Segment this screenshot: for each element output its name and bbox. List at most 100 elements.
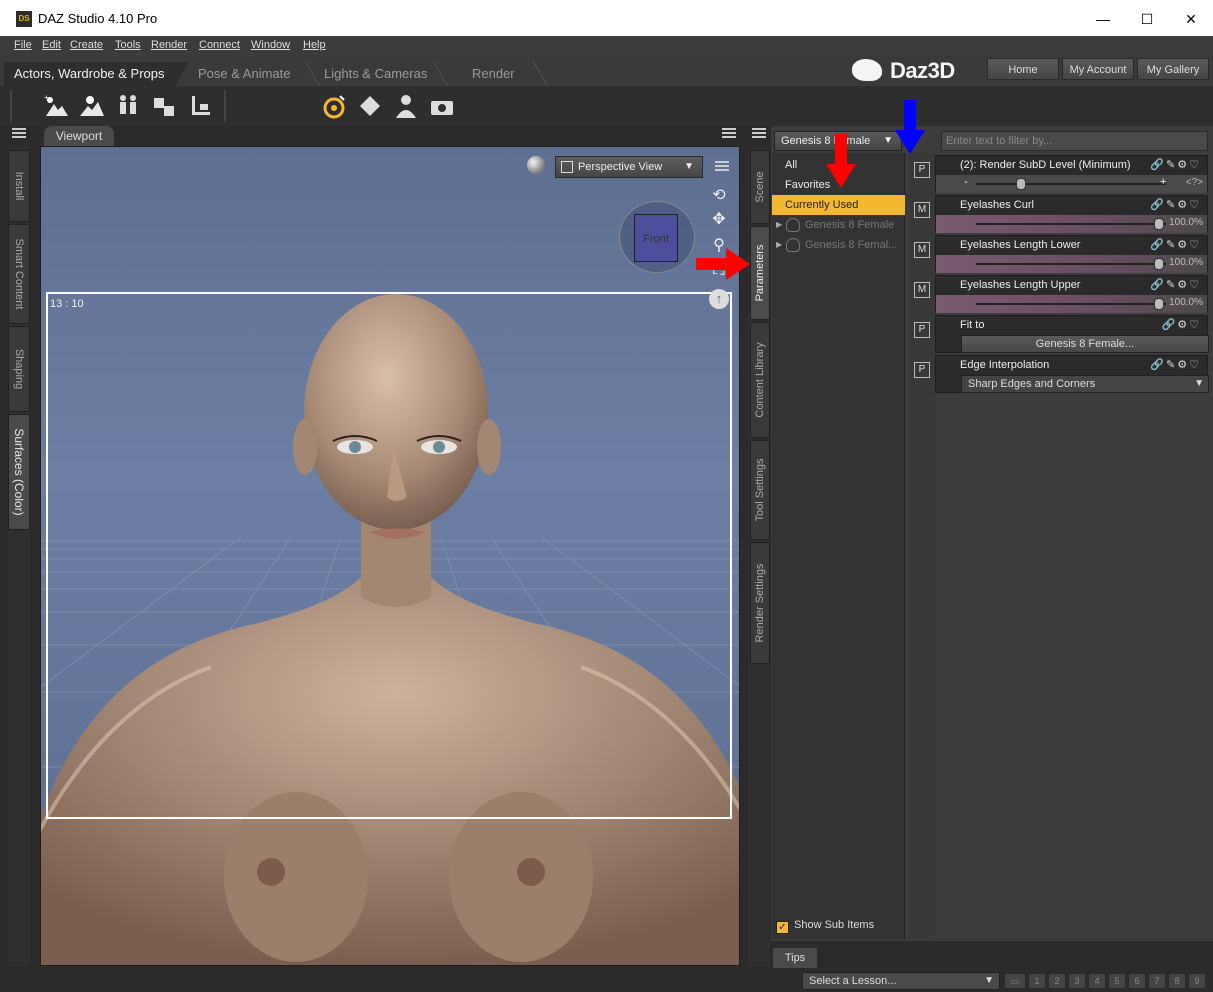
view-cube-front-face[interactable]: Front xyxy=(634,214,678,262)
tab-shaping[interactable]: Shaping xyxy=(8,326,30,412)
property-edge-interpolation[interactable]: Edge Interpolation 🔗✎⚙♡ Sharp Edges and … xyxy=(935,355,1209,393)
my-gallery-button[interactable]: My Gallery xyxy=(1137,58,1209,80)
menu-help[interactable]: Help xyxy=(303,39,326,51)
slider-knob[interactable] xyxy=(1016,178,1026,190)
draw-style-sphere-icon[interactable] xyxy=(527,156,545,174)
property-eyelashes-curl[interactable]: Eyelashes Curl 🔗✎⚙♡ 100.0% xyxy=(935,195,1208,233)
menu-connect[interactable]: Connect xyxy=(199,39,240,51)
lesson-step-button[interactable]: 5 xyxy=(1108,973,1126,989)
property-value[interactable]: <?> xyxy=(1186,177,1203,188)
active-pose-tool-icon[interactable] xyxy=(392,92,420,120)
tab-parameters[interactable]: Parameters xyxy=(750,226,770,320)
node-weight-tool-icon[interactable] xyxy=(356,92,384,120)
lesson-step-button[interactable]: 8 xyxy=(1168,973,1186,989)
slider-knob[interactable] xyxy=(1154,218,1164,230)
property-slider[interactable]: - + <?> xyxy=(936,175,1207,193)
universal-tool-icon[interactable] xyxy=(320,92,348,120)
my-account-button[interactable]: My Account xyxy=(1062,58,1134,80)
figures-tool-icon[interactable] xyxy=(114,92,142,120)
viewport-panel-menu-icon[interactable] xyxy=(722,128,736,140)
home-button[interactable]: Home xyxy=(987,58,1059,80)
viewport-options-icon[interactable] xyxy=(715,161,729,173)
viewport-tab[interactable]: Viewport xyxy=(44,126,114,146)
property-flag-icons[interactable]: 🔗✎⚙♡ xyxy=(1150,358,1201,371)
property-type-column xyxy=(909,153,935,939)
maximize-button[interactable]: ☐ xyxy=(1124,6,1170,32)
lesson-step-button[interactable]: 2 xyxy=(1048,973,1066,989)
lesson-dropdown[interactable]: Select a Lesson... ▼ xyxy=(802,972,1000,990)
slider-track xyxy=(976,183,1166,185)
tab-tool-settings[interactable]: Tool Settings xyxy=(750,440,770,540)
lesson-step-button[interactable]: 9 xyxy=(1188,973,1206,989)
show-sub-items-checkbox[interactable]: ✓ Show Sub Items xyxy=(776,919,874,934)
menu-edit[interactable]: Edit xyxy=(42,39,61,51)
menu-file[interactable]: File xyxy=(14,39,32,51)
property-value[interactable]: 100.0% xyxy=(1169,217,1203,228)
category-currently-used[interactable]: Currently Used xyxy=(772,195,905,215)
property-slider[interactable]: 100.0% xyxy=(936,295,1207,313)
minimize-button[interactable]: — xyxy=(1080,6,1126,32)
pose-tool-icon[interactable] xyxy=(186,92,214,120)
lesson-step-button[interactable]: 3 xyxy=(1068,973,1086,989)
tab-surfaces[interactable]: Surfaces (Color) xyxy=(8,414,30,530)
chevron-down-icon: ▼ xyxy=(1194,378,1204,389)
lesson-step-button[interactable]: 7 xyxy=(1148,973,1166,989)
props-tool-icon[interactable] xyxy=(150,92,178,120)
menu-create[interactable]: Create xyxy=(70,39,103,51)
decrement-button[interactable]: - xyxy=(964,176,968,188)
viewport[interactable]: 13 : 10 Perspective View ▼ Front ⟲ ✥ ⚲ ⛶… xyxy=(40,146,740,966)
property-eyelashes-length-upper[interactable]: Eyelashes Length Upper 🔗✎⚙♡ 100.0% xyxy=(935,275,1208,313)
tab-lights-cameras[interactable]: Lights & Cameras xyxy=(314,62,437,86)
lesson-step-icon[interactable]: ▭ xyxy=(1004,973,1026,989)
tab-scene[interactable]: Scene xyxy=(750,150,770,224)
menu-window[interactable]: Window xyxy=(251,39,290,51)
property-flag-icons[interactable]: 🔗✎⚙♡ xyxy=(1150,278,1201,291)
property-fit-to[interactable]: Fit to 🔗⚙♡ Genesis 8 Female... xyxy=(935,315,1209,353)
tips-tab[interactable]: Tips xyxy=(773,948,817,968)
expand-triangle-icon[interactable]: ▶ xyxy=(776,215,782,235)
property-flag-icons[interactable]: 🔗✎⚙♡ xyxy=(1150,198,1201,211)
property-flag-icons[interactable]: 🔗⚙♡ xyxy=(1162,318,1201,331)
pan-icon[interactable]: ✥ xyxy=(707,209,731,231)
property-value[interactable]: 100.0% xyxy=(1169,257,1203,268)
property-flag-icons[interactable]: 🔗✎⚙♡ xyxy=(1150,158,1201,171)
side-panel-menu-icon[interactable] xyxy=(752,128,766,140)
sub-node-item[interactable]: ▶ Genesis 8 Female xyxy=(772,215,905,235)
fit-to-button[interactable]: Genesis 8 Female... xyxy=(961,335,1209,353)
tab-render[interactable]: Render xyxy=(462,62,525,86)
property-eyelashes-length-lower[interactable]: Eyelashes Length Lower 🔗✎⚙♡ 100.0% xyxy=(935,235,1208,273)
view-cube[interactable]: Front xyxy=(619,201,695,273)
property-value[interactable]: 100.0% xyxy=(1169,297,1203,308)
new-figure-tool-icon[interactable]: + xyxy=(42,92,70,120)
property-slider[interactable]: 100.0% xyxy=(936,215,1207,233)
tab-install[interactable]: Install xyxy=(8,150,30,222)
increment-button[interactable]: + xyxy=(1160,176,1166,188)
property-slider[interactable]: 100.0% xyxy=(936,255,1207,273)
menu-tools[interactable]: Tools xyxy=(115,39,141,51)
lesson-step-button[interactable]: 6 xyxy=(1128,973,1146,989)
environment-tool-icon[interactable] xyxy=(78,92,106,120)
slider-knob[interactable] xyxy=(1154,298,1164,310)
expand-triangle-icon[interactable]: ▶ xyxy=(776,235,782,255)
orbit-icon[interactable]: ⟲ xyxy=(707,185,731,207)
tab-pose-animate[interactable]: Pose & Animate xyxy=(188,62,301,86)
property-render-subd-level[interactable]: (2): Render SubD Level (Minimum) 🔗✎⚙♡ - … xyxy=(935,155,1208,193)
close-button[interactable]: ✕ xyxy=(1168,6,1213,32)
tab-actors-wardrobe-props[interactable]: Actors, Wardrobe & Props xyxy=(4,62,188,86)
tab-content-library[interactable]: Content Library xyxy=(750,322,770,438)
tab-render-settings[interactable]: Render Settings xyxy=(750,542,770,664)
sub-node-item[interactable]: ▶ Genesis 8 Femal... xyxy=(772,235,905,255)
tab-smart-content[interactable]: Smart Content xyxy=(8,224,30,324)
lesson-step-button[interactable]: 4 xyxy=(1088,973,1106,989)
property-label: Fit to xyxy=(960,319,985,331)
left-panel-menu-icon[interactable] xyxy=(12,128,26,140)
edge-interpolation-dropdown[interactable]: Sharp Edges and Corners ▼ xyxy=(961,375,1209,393)
up-arrow-icon[interactable]: ↑ xyxy=(709,289,729,309)
filter-input[interactable]: Enter text to filter by... xyxy=(941,131,1208,151)
lesson-step-button[interactable]: 1 xyxy=(1028,973,1046,989)
camera-tool-icon[interactable] xyxy=(428,92,456,120)
menu-render[interactable]: Render xyxy=(151,39,187,51)
camera-dropdown[interactable]: Perspective View ▼ xyxy=(555,156,703,178)
property-flag-icons[interactable]: 🔗✎⚙♡ xyxy=(1150,238,1201,251)
slider-knob[interactable] xyxy=(1154,258,1164,270)
